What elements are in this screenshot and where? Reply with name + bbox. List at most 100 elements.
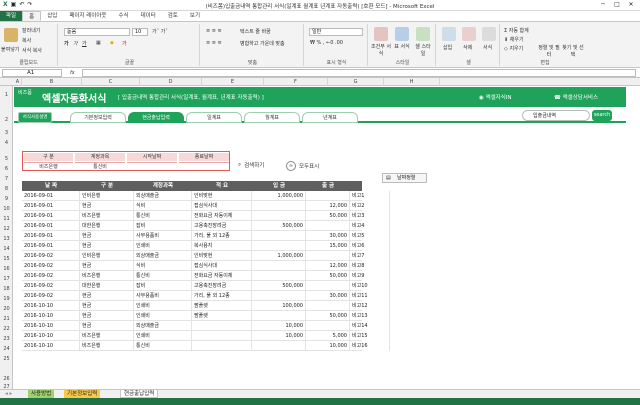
column-header[interactable]: B — [22, 78, 82, 86]
cell-note[interactable]: 비고16 — [350, 341, 390, 351]
cell-memo[interactable]: 인비맞현 — [192, 191, 252, 201]
row-header[interactable]: 20 — [0, 306, 13, 312]
row-header[interactable]: 14 — [0, 246, 13, 252]
cell-account[interactable]: 인쇄비 — [134, 331, 192, 341]
cell-date[interactable]: 2016-09-01 — [22, 201, 80, 211]
cell-account[interactable]: 사무용품비 — [134, 291, 192, 301]
tab-data[interactable]: 데이터 — [135, 11, 162, 21]
cell-withdraw[interactable]: 15,000 — [306, 241, 350, 251]
wrap-text-button[interactable]: 텍스트 줄 바꿈 — [240, 28, 271, 35]
tab-review[interactable]: 검토 — [162, 11, 184, 21]
cell-date[interactable]: 2016-09-01 — [22, 241, 80, 251]
cell-type[interactable]: 현금 — [80, 311, 134, 321]
row-header[interactable]: 2 — [0, 117, 13, 123]
cell-memo[interactable]: 접심식사대 — [192, 201, 252, 211]
cell-withdraw[interactable]: 50,000 — [306, 271, 350, 281]
format-cells-button[interactable]: 서식 — [483, 44, 492, 51]
cell-account[interactable]: 통신비 — [134, 271, 192, 281]
row-header[interactable]: 21 — [0, 316, 13, 322]
tab-page-layout[interactable]: 페이지 레이아웃 — [63, 11, 112, 21]
cell-deposit[interactable] — [252, 201, 306, 211]
cell-type[interactable]: 현금 — [80, 291, 134, 301]
conditional-format-button[interactable]: 조건부 서식 — [371, 43, 391, 57]
cell-withdraw[interactable]: 5,000 — [306, 331, 350, 341]
cell-account[interactable]: 인쇄비 — [134, 241, 192, 251]
cell-memo[interactable]: 접심식사대 — [192, 261, 252, 271]
align-left-icon[interactable]: ≡ ≡ ≡ — [206, 40, 222, 46]
cell-withdraw[interactable]: 50,000 — [306, 211, 350, 221]
cell-deposit[interactable] — [252, 291, 306, 301]
cell-type[interactable]: 인비은행 — [80, 251, 134, 261]
cell-date[interactable]: 2016-09-02 — [22, 261, 80, 271]
merge-center-button[interactable]: 병합하고 가운데 맞춤 — [240, 40, 285, 47]
cell-deposit[interactable] — [252, 211, 306, 221]
nav-usage-guide[interactable]: 서식사용설명 — [18, 112, 52, 123]
find-select-button[interactable]: 찾기 및 선택 — [562, 44, 584, 58]
sheet-tab-usage[interactable]: 사용방법 — [28, 390, 55, 398]
cell-note[interactable]: 비고11 — [350, 291, 390, 301]
cell-note[interactable]: 비고6 — [350, 241, 390, 251]
font-color-icon[interactable]: 가 — [122, 40, 127, 47]
nav-tab-daily[interactable]: 일계표 — [186, 112, 242, 123]
align-top-icon[interactable]: ≡ ≡ ≡ — [206, 28, 222, 34]
cell-note[interactable]: 비고9 — [350, 271, 390, 281]
excel-knowledge-link[interactable]: ◉ 엑셀자식IN — [479, 93, 512, 101]
row-header[interactable]: 24 — [0, 346, 13, 352]
cell-type[interactable]: 현금 — [80, 261, 134, 271]
sheet-scroll-arrows[interactable]: ◂ ▸ — [2, 390, 15, 398]
excel-consult-link[interactable]: ☎ 엑셀상담서비스 — [554, 93, 598, 101]
cell-memo[interactable]: 팜플렛 — [192, 311, 252, 321]
cell-account[interactable]: 외상매출금 — [134, 191, 192, 201]
nav-tab-monthly[interactable]: 월계표 — [244, 112, 300, 123]
cell-account[interactable]: 인쇄비 — [134, 301, 192, 311]
cell-note[interactable]: 비고15 — [350, 331, 390, 341]
show-all-button[interactable]: ∞ 모두표시 — [286, 161, 319, 171]
site-search-input[interactable]: 입출금내역 — [522, 110, 590, 121]
cell-type[interactable]: 비즈은행 — [80, 341, 134, 351]
cell-deposit[interactable] — [252, 341, 306, 351]
cell-style-button[interactable]: 셀 스타일 — [414, 43, 432, 57]
row-header[interactable]: 6 — [0, 166, 13, 172]
cell-deposit[interactable]: 10,000 — [252, 331, 306, 341]
row-header[interactable]: 10 — [0, 206, 13, 212]
cell-memo[interactable]: 전화요금 자동이체 — [192, 271, 252, 281]
tab-file[interactable]: 파일 — [0, 11, 23, 21]
cell-withdraw[interactable]: 12,000 — [306, 201, 350, 211]
cell-withdraw[interactable]: 30,000 — [306, 291, 350, 301]
cell-memo[interactable] — [192, 341, 252, 351]
site-search-button[interactable]: search — [592, 110, 612, 121]
cell-date[interactable]: 2016-09-02 — [22, 281, 80, 291]
cut-button[interactable]: 잘라내기 — [22, 27, 40, 34]
cell-withdraw[interactable] — [306, 321, 350, 331]
fill-color-icon[interactable]: ◆ — [110, 40, 114, 46]
cell-type[interactable]: 현금 — [80, 321, 134, 331]
close-button[interactable]: ✕ — [624, 0, 638, 10]
cell-note[interactable]: 비고7 — [350, 251, 390, 261]
row-header[interactable]: 11 — [0, 216, 13, 222]
cell-withdraw[interactable] — [306, 251, 350, 261]
format-table-button[interactable]: 표 서식 — [393, 43, 411, 50]
font-size-select[interactable]: 10 — [132, 28, 148, 36]
row-header[interactable]: 9 — [0, 196, 13, 202]
cell-withdraw[interactable] — [306, 221, 350, 231]
cell-memo[interactable]: 전화요금 자동이체 — [192, 211, 252, 221]
cell-date[interactable]: 2016-10-10 — [22, 331, 80, 341]
border-icon[interactable]: ▦ — [96, 40, 101, 46]
cell-type[interactable]: 현금 — [80, 301, 134, 311]
row-header[interactable]: 12 — [0, 226, 13, 232]
cell-deposit[interactable]: 100,000 — [252, 301, 306, 311]
cell-withdraw[interactable] — [306, 281, 350, 291]
cell-type[interactable]: 비즈은행 — [80, 331, 134, 341]
italic-icon[interactable]: 가 — [73, 40, 78, 47]
cell-date[interactable]: 2016-09-01 — [22, 221, 80, 231]
cell-account[interactable]: 사무용품비 — [134, 231, 192, 241]
row-header[interactable]: 25 — [0, 356, 13, 362]
nav-tab-basic-info[interactable]: 기본정보입력 — [70, 112, 126, 123]
row-header[interactable]: 26 — [0, 376, 13, 382]
cell-withdraw[interactable]: 10,000 — [306, 341, 350, 351]
nav-tab-yearly[interactable]: 년계표 — [302, 112, 358, 123]
cell-withdraw[interactable] — [306, 191, 350, 201]
cell-account[interactable]: 통신비 — [134, 211, 192, 221]
cell-date[interactable]: 2016-10-10 — [22, 311, 80, 321]
tab-home[interactable]: 홈 — [22, 11, 42, 21]
